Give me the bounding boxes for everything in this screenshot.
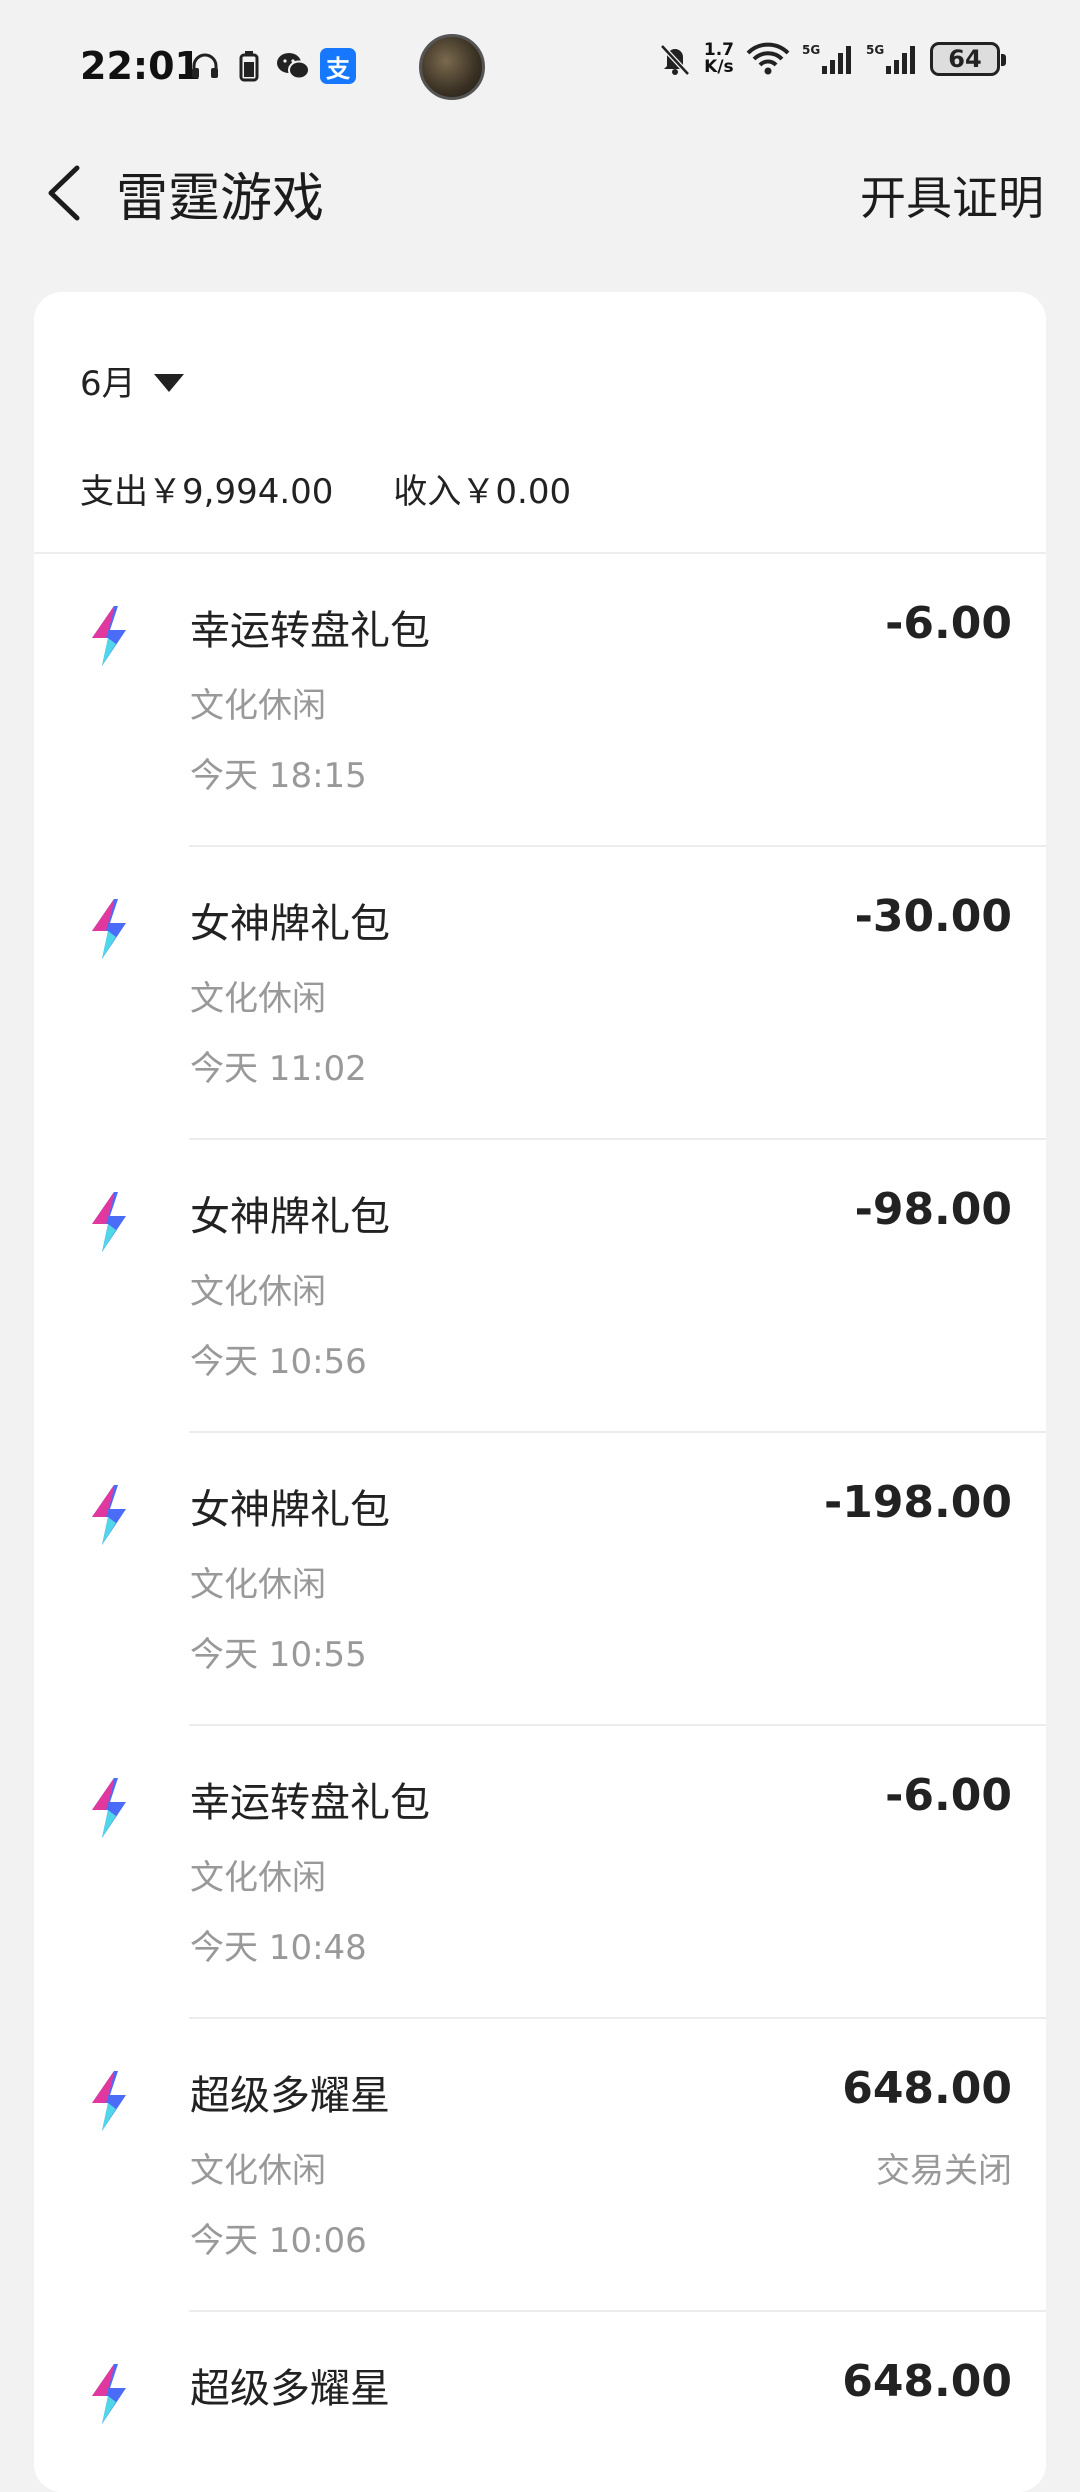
issue-certificate-button[interactable]: 开具证明 xyxy=(860,162,1044,228)
transaction-amount: -198.00 xyxy=(823,1477,1012,1528)
transaction-item[interactable]: 超级多耀星 文化休闲 今天 10:06 648.00 交易关闭 xyxy=(34,2019,1046,2312)
transaction-status: 交易关闭 xyxy=(876,2151,1012,2191)
wechat-icon xyxy=(276,49,310,83)
transaction-category: 文化休闲 xyxy=(190,1858,326,1898)
headphones-icon xyxy=(188,49,222,83)
transaction-amount: -98.00 xyxy=(854,1184,1012,1235)
system-icons: 1.7 K/s 5G 5G 64 xyxy=(658,40,1006,77)
back-button[interactable] xyxy=(30,158,100,228)
wifi-icon xyxy=(746,42,790,76)
mute-bell-icon xyxy=(658,42,692,76)
income-total: 收入￥0.00 xyxy=(393,472,572,512)
status-bar: 22:01 支 1.7 K/s 5G 5G 64 xyxy=(0,0,1080,132)
thunder-game-icon xyxy=(92,2364,126,2424)
transaction-amount: 648.00 xyxy=(842,2063,1012,2114)
net-speed: 1.7 K/s xyxy=(703,40,734,77)
transaction-time: 今天 10:55 xyxy=(190,1635,367,1675)
battery-indicator: 64 xyxy=(930,42,1006,76)
transaction-item[interactable]: 幸运转盘礼包 文化休闲 今天 10:48 -6.00 xyxy=(34,1726,1046,2019)
transaction-category: 文化休闲 xyxy=(190,1272,326,1312)
transaction-category: 文化休闲 xyxy=(190,1565,326,1605)
transaction-amount: 648.00 xyxy=(842,2356,1012,2407)
transaction-time: 今天 10:56 xyxy=(190,1342,367,1382)
transaction-time: 今天 18:15 xyxy=(190,756,367,796)
5g-signal-icon: 5G xyxy=(866,42,918,76)
transaction-category: 文化休闲 xyxy=(190,979,326,1019)
transaction-item[interactable]: 幸运转盘礼包 文化休闲 今天 18:15 -6.00 xyxy=(34,554,1046,847)
transaction-item[interactable]: 女神牌礼包 文化休闲 今天 11:02 -30.00 xyxy=(34,847,1046,1140)
transaction-name: 幸运转盘礼包 xyxy=(190,1780,430,1826)
transaction-amount: -6.00 xyxy=(885,1770,1012,1821)
transaction-name: 超级多耀星 xyxy=(190,2366,390,2412)
notification-icons: 支 xyxy=(188,48,356,84)
transaction-amount: -30.00 xyxy=(854,891,1012,942)
thunder-game-icon xyxy=(92,1778,126,1838)
month-summary: 支出￥9,994.00 收入￥0.00 xyxy=(80,464,571,513)
transaction-item[interactable]: 女神牌礼包 文化休闲 今天 10:55 -198.00 xyxy=(34,1433,1046,1726)
thunder-game-icon xyxy=(92,1485,126,1545)
transaction-category: 文化休闲 xyxy=(190,686,326,726)
thunder-game-icon xyxy=(92,2071,126,2131)
transaction-item[interactable]: 女神牌礼包 文化休闲 今天 10:56 -98.00 xyxy=(34,1140,1046,1433)
transaction-name: 幸运转盘礼包 xyxy=(190,608,430,654)
floating-avatar[interactable] xyxy=(419,34,485,100)
thunder-game-icon xyxy=(92,606,126,666)
alipay-icon: 支 xyxy=(320,48,356,84)
transaction-category: 文化休闲 xyxy=(190,2151,326,2191)
svg-text:5G: 5G xyxy=(866,43,884,57)
transaction-item[interactable]: 超级多耀星 648.00 xyxy=(34,2312,1046,2492)
bill-card: 6月 支出￥9,994.00 收入￥0.00 幸运转盘礼包 文化休闲 今天 18… xyxy=(34,292,1046,2492)
chevron-left-icon xyxy=(48,165,80,221)
month-label: 6月 xyxy=(80,364,136,404)
thunder-game-icon xyxy=(92,899,126,959)
transaction-name: 女神牌礼包 xyxy=(190,1194,390,1240)
svg-text:5G: 5G xyxy=(802,43,820,57)
transaction-name: 女神牌礼包 xyxy=(190,1487,390,1533)
expense-total: 支出￥9,994.00 xyxy=(80,472,334,512)
transaction-amount: -6.00 xyxy=(885,598,1012,649)
thunder-game-icon xyxy=(92,1192,126,1252)
transaction-time: 今天 10:06 xyxy=(190,2221,367,2261)
top-app-bar: 雷霆游戏 开具证明 xyxy=(0,140,1080,250)
status-time: 22:01 xyxy=(80,44,201,88)
page-title: 雷霆游戏 xyxy=(116,169,325,229)
caret-down-icon xyxy=(153,373,184,392)
transaction-time: 今天 10:48 xyxy=(190,1928,367,1968)
transaction-name: 女神牌礼包 xyxy=(190,901,390,947)
month-selector[interactable]: 6月 xyxy=(80,356,184,405)
transaction-time: 今天 11:02 xyxy=(190,1049,367,1089)
transaction-name: 超级多耀星 xyxy=(190,2073,390,2119)
transaction-list: 幸运转盘礼包 文化休闲 今天 18:15 -6.00 女神牌礼包 文化休闲 今天… xyxy=(34,554,1046,2492)
5g-signal-icon: 5G xyxy=(802,42,854,76)
battery-saver-icon xyxy=(232,49,266,83)
